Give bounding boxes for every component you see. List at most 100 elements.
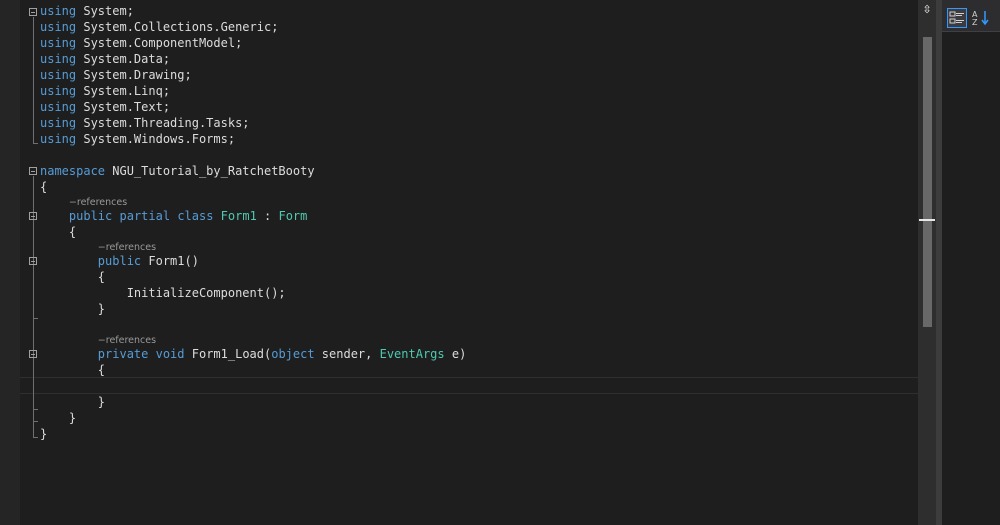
code-line[interactable]: using System.Threading.Tasks; (40, 115, 250, 131)
code-line[interactable]: using System.ComponentModel; (40, 35, 242, 51)
code-token: { (40, 270, 106, 284)
outline-end (33, 318, 38, 319)
properties-toolbar: A Z (942, 0, 1000, 32)
collapse-method-icon[interactable] (29, 350, 37, 358)
code-token: InitializeComponent(); (40, 286, 286, 300)
outline-end (33, 409, 38, 410)
code-line[interactable]: } (40, 301, 105, 317)
code-line[interactable]: using System; (40, 3, 134, 19)
code-token: using (40, 100, 77, 114)
code-line[interactable]: private void Form1_Load(object sender, E… (40, 346, 467, 362)
sort-alphabetical-icon[interactable]: A Z (971, 8, 991, 28)
code-token: using (40, 36, 77, 50)
codelens-indent (40, 239, 98, 253)
code-token: System; (76, 4, 134, 18)
code-token: using (40, 52, 77, 66)
code-line[interactable]: { (40, 179, 47, 195)
code-token: System.Text; (76, 100, 171, 114)
code-token: { (40, 225, 77, 239)
codelens-label: −references (97, 335, 157, 346)
codelens-label: −references (97, 242, 157, 253)
code-line[interactable]: { (40, 362, 105, 378)
codelens-label: −references (68, 197, 128, 208)
outline-end (33, 437, 38, 438)
code-token: : (256, 209, 279, 223)
code-token: System.Linq; (76, 84, 171, 98)
code-line[interactable]: } (40, 394, 105, 410)
code-line[interactable]: using System.Text; (40, 99, 170, 115)
collapse-namespace-icon[interactable] (29, 167, 37, 175)
code-line[interactable]: using System.Collections.Generic; (40, 19, 278, 35)
outline-end (33, 421, 38, 422)
code-token: } (40, 411, 77, 425)
code-line[interactable]: } (40, 410, 76, 426)
code-token: partial (119, 209, 171, 223)
code-token: public (97, 254, 142, 268)
vertical-scrollbar[interactable]: ⇳ (918, 0, 936, 525)
outline-end (33, 143, 38, 144)
code-token: e) (444, 347, 467, 361)
code-token: class (177, 209, 214, 223)
code-token: using (40, 20, 77, 34)
categorized-view-icon[interactable] (947, 8, 967, 28)
scroll-position-marker (919, 219, 935, 221)
properties-grid (942, 32, 1000, 525)
code-line[interactable]: { (40, 269, 105, 285)
code-line[interactable]: using System.Linq; (40, 83, 170, 99)
code-token: public (68, 209, 113, 223)
code-token: Form1_Load( (184, 347, 272, 361)
code-token: { (40, 363, 106, 377)
collapse-constructor-icon[interactable] (29, 257, 37, 265)
code-line[interactable]: public Form1() (40, 253, 199, 269)
code-token: using (40, 116, 77, 130)
code-line[interactable]: using System.Drawing; (40, 67, 192, 83)
code-token: object (271, 347, 315, 361)
code-token: System.Collections.Generic; (76, 20, 279, 34)
code-token: using (40, 4, 77, 18)
codelens-references[interactable]: −references (40, 332, 157, 346)
codelens-references[interactable]: −references (40, 194, 128, 208)
code-line[interactable]: using System.Windows.Forms; (40, 131, 235, 147)
code-editor[interactable]: using System; using System.Collections.Ge… (20, 3, 918, 525)
code-line[interactable]: namespace NGU_Tutorial_by_RatchetBooty (40, 163, 315, 179)
code-token: sender, (314, 347, 380, 361)
code-line[interactable]: InitializeComponent(); (40, 285, 286, 301)
codelens-indent (40, 194, 69, 208)
outline-line (33, 17, 34, 143)
code-token: System.Windows.Forms; (76, 132, 236, 146)
code-token: namespace (40, 164, 106, 178)
split-editor-icon[interactable]: ⇳ (921, 3, 933, 17)
editor-margin (0, 0, 20, 525)
code-token: using (40, 68, 77, 82)
code-token: using (40, 84, 77, 98)
code-line[interactable]: } (40, 426, 47, 442)
code-token: private (97, 347, 149, 361)
codelens-indent (40, 332, 98, 346)
code-token: { (40, 180, 48, 194)
collapse-class-icon[interactable] (29, 212, 37, 220)
properties-panel: A Z (942, 0, 1000, 525)
code-line[interactable]: { (40, 224, 76, 240)
scrollbar-thumb[interactable] (923, 37, 932, 327)
code-token: EventArgs (379, 347, 445, 361)
code-token: } (40, 427, 48, 441)
codelens-references[interactable]: −references (40, 239, 157, 253)
code-line[interactable]: using System.Data; (40, 51, 170, 67)
code-token: System.ComponentModel; (76, 36, 243, 50)
svg-text:Z: Z (972, 18, 978, 27)
code-token: Form1 (220, 209, 257, 223)
code-token: void (155, 347, 185, 361)
code-token: Form1() (141, 254, 199, 268)
code-token: System.Drawing; (76, 68, 192, 82)
code-token: NGU_Tutorial_by_RatchetBooty (105, 164, 315, 178)
code-token: Form (278, 209, 308, 223)
collapse-usings-icon[interactable] (29, 8, 37, 16)
code-line[interactable]: public partial class Form1 : Form (40, 208, 307, 224)
code-token: } (40, 302, 106, 316)
